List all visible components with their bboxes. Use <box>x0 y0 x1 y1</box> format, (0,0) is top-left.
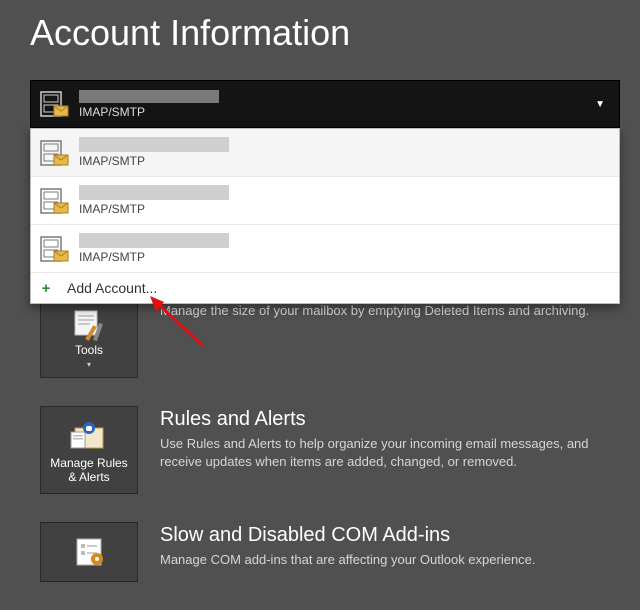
chevron-down-icon: ▾ <box>87 360 91 369</box>
account-option[interactable]: IMAP/SMTP <box>31 177 619 225</box>
account-protocol: IMAP/SMTP <box>79 202 611 216</box>
add-account-button[interactable]: + Add Account... <box>31 273 619 303</box>
com-desc: Manage COM add-ins that are affecting yo… <box>160 551 620 569</box>
tools-tile[interactable]: Tools ▾ <box>40 300 138 378</box>
com-title: Slow and Disabled COM Add-ins <box>160 524 620 547</box>
account-protocol: IMAP/SMTP <box>79 105 589 119</box>
rules-title: Rules and Alerts <box>160 408 620 431</box>
mailbox-icon <box>39 137 71 169</box>
account-dropdown: IMAP/SMTP IMAP/SMTP <box>30 128 620 304</box>
add-account-label: Add Account... <box>67 280 157 296</box>
manage-rules-tile[interactable]: Manage Rules & Alerts <box>40 406 138 494</box>
account-selector[interactable]: IMAP/SMTP ▼ <box>30 80 620 128</box>
com-addins-icon <box>69 529 109 573</box>
account-name-redacted <box>79 137 229 152</box>
mailbox-icon <box>39 233 71 265</box>
rules-desc: Use Rules and Alerts to help organize yo… <box>160 435 620 470</box>
mailbox-icon <box>39 185 71 217</box>
mailbox-settings-desc: Manage the size of your mailbox by empty… <box>160 302 620 320</box>
account-name-redacted <box>79 185 229 200</box>
chevron-down-icon: ▼ <box>589 99 611 110</box>
tools-icon <box>69 307 109 344</box>
rules-icon <box>67 413 111 457</box>
page-title: Account Information <box>0 0 640 72</box>
manage-com-tile[interactable] <box>40 522 138 582</box>
account-name-redacted <box>79 90 219 103</box>
tile-label: Tools <box>75 344 103 358</box>
tile-label: Manage Rules & Alerts <box>45 457 133 485</box>
account-protocol: IMAP/SMTP <box>79 250 611 264</box>
plus-icon: + <box>39 280 53 297</box>
account-name-redacted <box>79 233 229 248</box>
account-option[interactable]: IMAP/SMTP <box>31 129 619 177</box>
account-protocol: IMAP/SMTP <box>79 154 611 168</box>
mailbox-icon <box>39 88 71 120</box>
account-option[interactable]: IMAP/SMTP <box>31 225 619 273</box>
